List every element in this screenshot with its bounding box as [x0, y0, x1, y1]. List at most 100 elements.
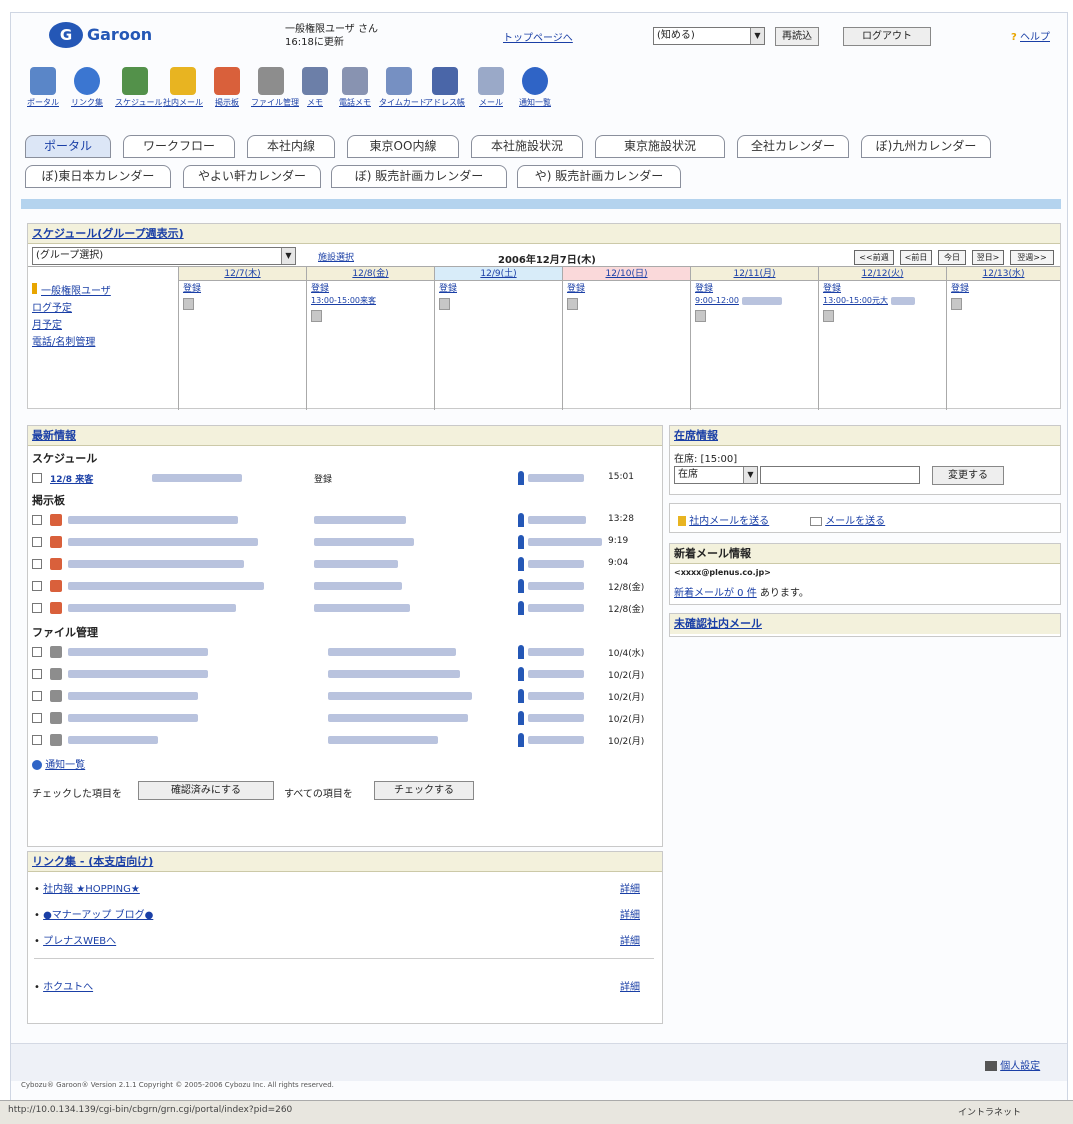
- memo-icon[interactable]: [311, 310, 322, 322]
- link-item[interactable]: ホクユトへ: [43, 982, 93, 993]
- send-mail-link[interactable]: メールを送る: [810, 512, 885, 527]
- register-link[interactable]: 登録: [183, 284, 201, 294]
- day-header[interactable]: 12/10(日): [563, 267, 690, 281]
- memo-icon[interactable]: [951, 298, 962, 310]
- redacted-text[interactable]: [68, 560, 244, 568]
- redacted-text[interactable]: [68, 582, 264, 590]
- redacted-text[interactable]: [68, 670, 208, 678]
- notify-list-link[interactable]: 通知一覧: [32, 756, 85, 771]
- day-header[interactable]: 12/7(木): [179, 267, 306, 281]
- app-email[interactable]: メール: [471, 63, 511, 123]
- app-portal[interactable]: ポータル: [23, 63, 63, 123]
- unread-mail-link[interactable]: 未確認社内メール: [674, 617, 762, 630]
- top-page-link[interactable]: トップページへ: [503, 29, 573, 44]
- register-link[interactable]: 登録: [823, 284, 841, 294]
- group-select[interactable]: (グループ選択) ▼: [32, 247, 296, 265]
- tab-ya-sales-calendar[interactable]: や) 販売計画カレンダー: [517, 165, 681, 188]
- item-checkbox[interactable]: [32, 537, 42, 547]
- item-checkbox[interactable]: [32, 603, 42, 613]
- tab-kyushu-calendar[interactable]: ぼ)九州カレンダー: [861, 135, 991, 158]
- redacted-text[interactable]: [68, 516, 238, 524]
- item-checkbox[interactable]: [32, 735, 42, 745]
- item-checkbox[interactable]: [32, 713, 42, 723]
- schedule-event[interactable]: 9:00-12:00: [695, 296, 739, 305]
- day-header[interactable]: 12/8(金): [307, 267, 434, 281]
- tab-yayoiken-calendar[interactable]: やよい軒カレンダー: [183, 165, 321, 188]
- memo-icon[interactable]: [823, 310, 834, 322]
- prev-week-button[interactable]: <<前週: [854, 250, 894, 265]
- tab-higashinihon-calendar[interactable]: ぼ)東日本カレンダー: [25, 165, 171, 188]
- personal-settings-link[interactable]: 個人設定: [985, 1057, 1040, 1072]
- app-internal-mail[interactable]: 社内メール: [163, 63, 203, 123]
- register-link[interactable]: 登録: [951, 284, 969, 294]
- redacted-text[interactable]: [68, 538, 258, 546]
- schedule-item-link[interactable]: 12/8 来客: [50, 472, 93, 485]
- app-file[interactable]: ファイル管理: [251, 63, 299, 123]
- item-checkbox[interactable]: [32, 669, 42, 679]
- detail-link[interactable]: 詳細: [620, 880, 640, 895]
- schedule-title[interactable]: スケジュール(グループ週表示): [32, 227, 184, 240]
- app-links[interactable]: リンク集: [67, 63, 107, 123]
- logout-button[interactable]: ログアウト: [843, 27, 931, 46]
- app-phone-memo[interactable]: 電話メモ: [335, 63, 375, 123]
- reload-button[interactable]: 再読込: [775, 27, 819, 46]
- tab-honsha-facility[interactable]: 本社施設状況: [471, 135, 583, 158]
- detail-link[interactable]: 詳細: [620, 932, 640, 947]
- detail-link[interactable]: 詳細: [620, 906, 640, 921]
- tab-workflow[interactable]: ワークフロー: [123, 135, 235, 158]
- day-header[interactable]: 12/13(水): [947, 267, 1060, 281]
- mark-checked-button[interactable]: 確認済みにする: [138, 781, 274, 800]
- item-checkbox[interactable]: [32, 515, 42, 525]
- presence-select[interactable]: 在席 ▼: [674, 466, 758, 484]
- day-header[interactable]: 12/9(土): [435, 267, 562, 281]
- tab-honsha-naisen[interactable]: 本社内線: [247, 135, 335, 158]
- link-item[interactable]: 社内報 ★HOPPING★: [43, 884, 140, 895]
- redacted-text[interactable]: [68, 692, 198, 700]
- tab-tokyo-naisen[interactable]: 東京OO内線: [347, 135, 459, 158]
- day-header[interactable]: 12/11(月): [691, 267, 818, 281]
- link-item[interactable]: プレナスWEBへ: [43, 936, 116, 947]
- redacted-text[interactable]: [68, 714, 198, 722]
- redacted-text[interactable]: [68, 736, 158, 744]
- log-schedule-link[interactable]: ログ予定: [32, 303, 72, 314]
- latest-info-title[interactable]: 最新情報: [32, 429, 76, 442]
- month-schedule-link[interactable]: 月予定: [32, 320, 62, 331]
- new-mail-count-link[interactable]: 新着メールが 0 件: [674, 588, 757, 599]
- memo-icon[interactable]: [439, 298, 450, 310]
- tab-bo-sales-calendar[interactable]: ぼ) 販売計画カレンダー: [331, 165, 507, 188]
- item-checkbox[interactable]: [32, 473, 42, 483]
- item-checkbox[interactable]: [32, 559, 42, 569]
- schedule-event[interactable]: 13:00-15:00来客: [311, 296, 376, 305]
- user-link[interactable]: 一般権限ユーザ: [41, 286, 111, 297]
- app-address[interactable]: アドレス帳: [425, 63, 465, 123]
- tab-portal[interactable]: ポータル: [25, 135, 111, 158]
- change-presence-button[interactable]: 変更する: [932, 466, 1004, 485]
- app-board[interactable]: 掲示板: [207, 63, 247, 123]
- tab-company-calendar[interactable]: 全社カレンダー: [737, 135, 849, 158]
- item-checkbox[interactable]: [32, 691, 42, 701]
- next-week-button[interactable]: 翌週>>: [1010, 250, 1054, 265]
- view-select[interactable]: (知める) ▼: [653, 27, 765, 45]
- item-checkbox[interactable]: [32, 581, 42, 591]
- send-internal-mail-link[interactable]: 社内メールを送る: [678, 512, 769, 527]
- redacted-text[interactable]: [68, 604, 236, 612]
- schedule-event[interactable]: 13:00-15:00元大: [823, 296, 888, 305]
- tab-tokyo-facility[interactable]: 東京施設状況: [595, 135, 725, 158]
- register-link[interactable]: 登録: [311, 284, 329, 294]
- app-memo[interactable]: メモ: [295, 63, 335, 123]
- link-item[interactable]: ●マナーアップ ブログ●: [43, 910, 153, 921]
- app-notify[interactable]: 通知一覧: [515, 63, 555, 123]
- garoon-logo[interactable]: G Garoon: [49, 22, 189, 48]
- links-title[interactable]: リンク集 - (本支店向け): [32, 855, 153, 868]
- detail-link[interactable]: 詳細: [620, 978, 640, 993]
- phone-memo-link[interactable]: 電話/名刺管理: [32, 337, 95, 348]
- app-schedule[interactable]: スケジュール: [115, 63, 162, 123]
- redacted-text[interactable]: [68, 648, 208, 656]
- presence-comment-input[interactable]: [760, 466, 920, 484]
- today-button[interactable]: 今日: [938, 250, 966, 265]
- next-day-button[interactable]: 翌日>: [972, 250, 1004, 265]
- presence-title[interactable]: 在席情報: [674, 429, 718, 442]
- facility-select-link[interactable]: 施設選択: [318, 250, 354, 263]
- register-link[interactable]: 登録: [567, 284, 585, 294]
- register-link[interactable]: 登録: [695, 284, 713, 294]
